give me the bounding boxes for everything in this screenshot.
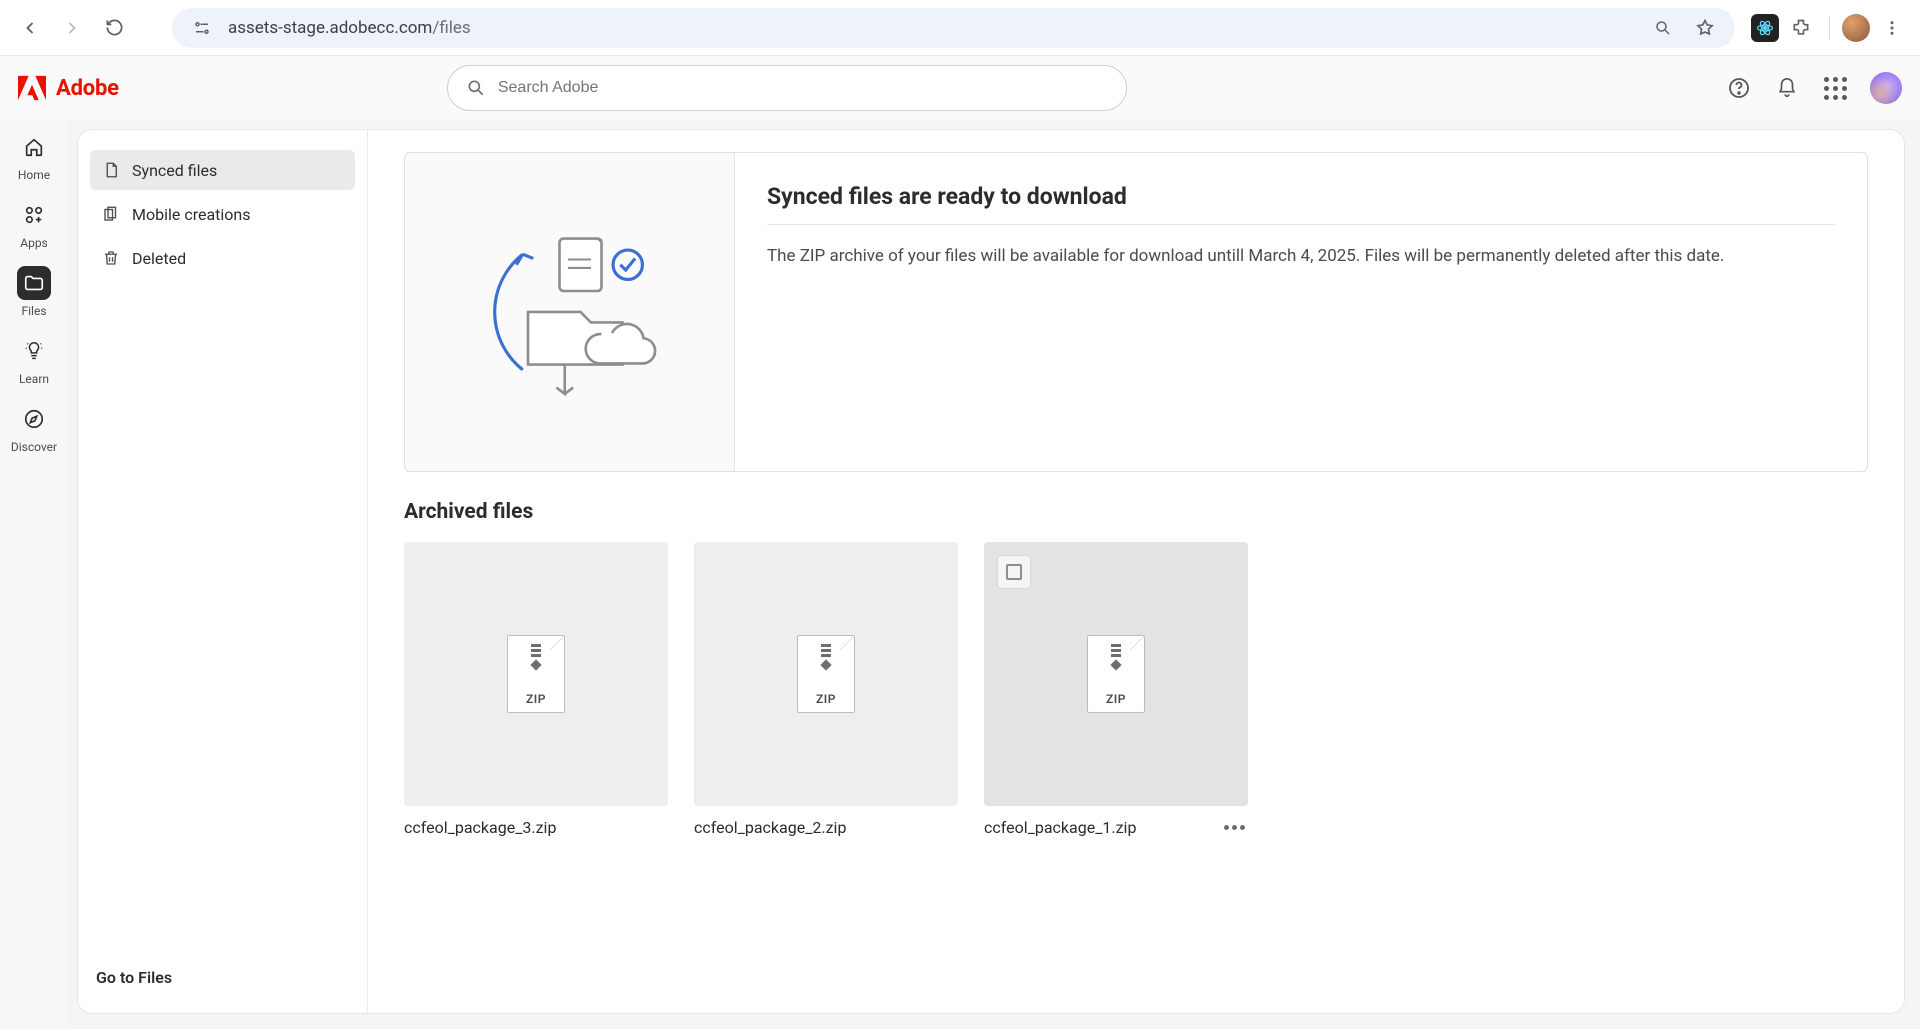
zip-file-icon: ZIP [507,635,565,713]
rail-label: Apps [20,236,48,250]
user-avatar[interactable] [1870,72,1902,104]
trash-icon [102,249,120,267]
browser-toolbar: assets-stage.adobecc.com/files [0,0,1920,56]
file-card[interactable]: ZIP ccfeol_package_3.zip [404,542,668,837]
rail-item-files[interactable]: Files [7,266,61,318]
site-settings-icon[interactable] [186,12,218,44]
side-item-mobile-creations[interactable]: Mobile creations [90,194,355,234]
zip-file-icon: ZIP [1087,635,1145,713]
rail-label: Files [21,304,46,318]
zip-file-icon: ZIP [797,635,855,713]
side-item-label: Mobile creations [132,205,251,224]
side-item-deleted[interactable]: Deleted [90,238,355,278]
url-host: assets-stage.adobecc.com [228,18,432,38]
file-card[interactable]: ZIP ccfeol_package_1.zip [984,542,1248,837]
side-item-label: Deleted [132,249,186,268]
app-header: Adobe [0,56,1920,120]
rail-label: Learn [19,372,49,386]
toolbar-divider [1829,16,1830,40]
url-path: /files [432,18,470,38]
file-thumbnail[interactable]: ZIP [984,542,1248,806]
mobile-docs-icon [102,205,120,223]
side-item-synced-files[interactable]: Synced files [90,150,355,190]
document-icon [102,161,120,179]
archived-files-grid: ZIP ccfeol_package_3.zip ZIP [404,542,1868,837]
file-name: ccfeol_package_3.zip [404,818,556,837]
file-thumbnail[interactable]: ZIP [404,542,668,806]
go-to-files-link[interactable]: Go to Files [90,956,355,993]
download-banner: Synced files are ready to download The Z… [404,152,1868,472]
side-nav: Synced files Mobile creations Deleted Go… [78,130,368,1013]
home-icon [17,130,51,164]
rail-item-home[interactable]: Home [7,130,61,182]
rail-label: Home [18,168,50,182]
rail-item-learn[interactable]: Learn [7,334,61,386]
adobe-logo[interactable]: Adobe [18,74,119,102]
zoom-icon[interactable] [1647,12,1679,44]
file-name: ccfeol_package_1.zip [984,818,1136,837]
forward-button[interactable] [54,10,90,46]
url-text: assets-stage.adobecc.com/files [228,18,471,38]
file-name: ccfeol_package_2.zip [694,818,846,837]
banner-title: Synced files are ready to download [767,183,1835,225]
discover-icon [17,402,51,436]
notifications-icon[interactable] [1774,75,1800,101]
bookmark-star-icon[interactable] [1689,12,1721,44]
search-icon [466,78,486,98]
file-card[interactable]: ZIP ccfeol_package_2.zip [694,542,958,837]
content-card: Synced files Mobile creations Deleted Go… [78,130,1904,1013]
main-area: Synced files are ready to download The Z… [368,130,1904,1013]
search-input[interactable] [498,79,1108,97]
file-more-actions-icon[interactable] [1220,825,1248,830]
banner-description: The ZIP archive of your files will be av… [767,243,1767,269]
chrome-menu-icon[interactable] [1876,12,1908,44]
file-thumbnail[interactable]: ZIP [694,542,958,806]
learn-icon [17,334,51,368]
side-item-label: Synced files [132,161,217,180]
help-icon[interactable] [1726,75,1752,101]
adobe-logo-text: Adobe [56,76,119,101]
chrome-profile-avatar[interactable] [1842,14,1870,42]
archived-files-heading: Archived files [404,500,1868,524]
search-field[interactable] [447,65,1127,111]
left-rail: Home Apps Files Learn [0,120,68,1029]
rail-item-apps[interactable]: Apps [7,198,61,250]
adobe-logo-icon [18,74,46,102]
extensions-icon[interactable] [1785,12,1817,44]
address-bar[interactable]: assets-stage.adobecc.com/files [172,8,1735,48]
react-devtools-extension-icon[interactable] [1751,14,1779,42]
files-icon [17,266,51,300]
reload-button[interactable] [96,10,132,46]
back-button[interactable] [12,10,48,46]
rail-item-discover[interactable]: Discover [7,402,61,454]
app-switcher-icon[interactable] [1822,75,1848,101]
banner-illustration [405,153,735,471]
apps-icon [17,198,51,232]
file-select-checkbox[interactable] [998,556,1030,588]
rail-label: Discover [11,440,57,454]
